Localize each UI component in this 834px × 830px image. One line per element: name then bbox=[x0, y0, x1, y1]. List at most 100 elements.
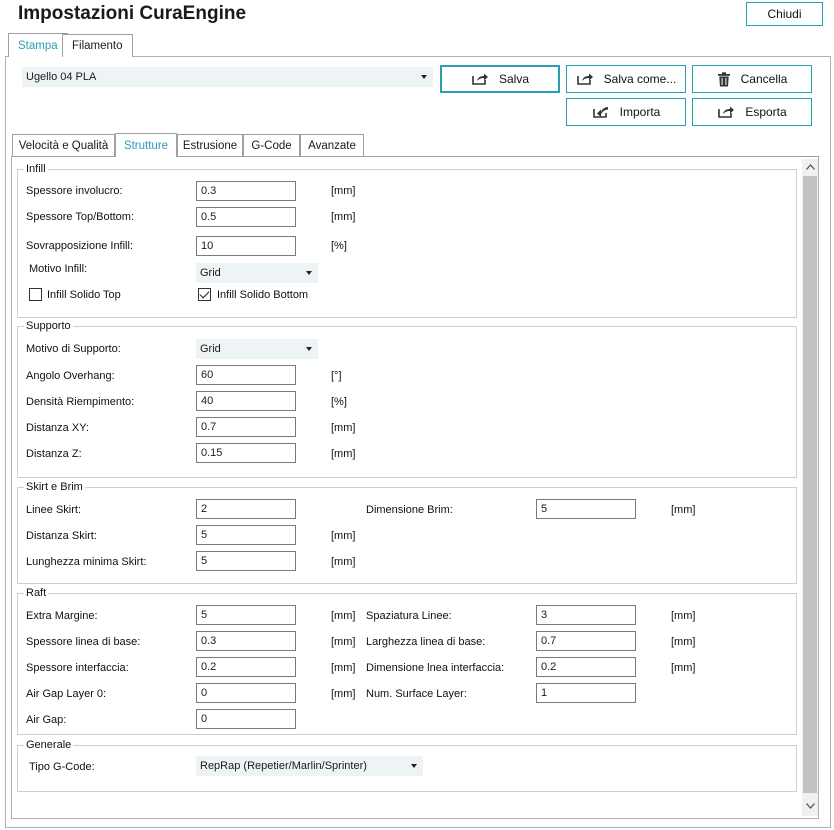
shell-thickness-input[interactable]: 0.3 bbox=[196, 181, 296, 201]
gcode-type-select[interactable]: RepRap (Repetier/Marlin/Sprinter) bbox=[196, 756, 423, 776]
scrollbar-thumb[interactable] bbox=[803, 176, 817, 793]
interface-line-size-label: Dimensione lnea interfaccia: bbox=[366, 662, 505, 674]
air-gap-layer0-unit: [mm] bbox=[331, 688, 356, 700]
tab-filamento[interactable]: Filamento bbox=[62, 34, 133, 57]
import-label: Importa bbox=[619, 105, 661, 119]
overhang-angle-input[interactable]: 60 bbox=[196, 365, 296, 385]
support-pattern-value: Grid bbox=[200, 343, 221, 355]
xy-distance-unit: [mm] bbox=[331, 422, 356, 434]
air-gap-layer0-input[interactable]: 0 bbox=[196, 683, 296, 703]
skirt-distance-label: Distanza Skirt: bbox=[26, 530, 97, 542]
base-line-width-label: Larghezza linea di base: bbox=[366, 636, 486, 648]
skirt-brim-group bbox=[17, 487, 797, 584]
chevron-down-icon bbox=[306, 347, 312, 351]
infill-group bbox=[17, 169, 797, 318]
delete-button[interactable]: Cancella bbox=[692, 65, 812, 93]
skirt-min-length-input[interactable]: 5 bbox=[196, 551, 296, 571]
tab-avanzate[interactable]: Avanzate bbox=[300, 134, 364, 156]
top-bottom-thickness-unit: [mm] bbox=[331, 211, 356, 223]
top-bottom-thickness-input[interactable]: 0.5 bbox=[196, 207, 296, 227]
infill-overlap-label: Sovrapposizione Infill: bbox=[26, 240, 134, 252]
tab-strutture[interactable]: Strutture bbox=[115, 133, 177, 157]
chevron-down-icon bbox=[306, 271, 312, 275]
shell-thickness-label: Spessore involucro: bbox=[26, 185, 123, 197]
import-button[interactable]: Importa bbox=[566, 98, 686, 126]
infill-group-title: Infill bbox=[24, 163, 48, 175]
solid-top-checkbox[interactable] bbox=[29, 288, 42, 301]
raft-line-spacing-input[interactable]: 3 bbox=[536, 605, 636, 625]
z-distance-unit: [mm] bbox=[331, 448, 356, 460]
brim-size-input[interactable]: 5 bbox=[536, 499, 636, 519]
interface-line-size-unit: [mm] bbox=[671, 662, 696, 674]
air-gap-label: Air Gap: bbox=[26, 714, 67, 726]
infill-pattern-select[interactable]: Grid bbox=[196, 263, 318, 283]
window-title: Impostazioni CuraEngine bbox=[18, 3, 247, 24]
infill-pattern-label: Motivo Infill: bbox=[29, 263, 88, 275]
export-label: Esporta bbox=[745, 105, 787, 119]
solid-bottom-checkbox[interactable] bbox=[198, 288, 211, 301]
shell-thickness-unit: [mm] bbox=[331, 185, 356, 197]
interface-thickness-label: Spessore interfaccia: bbox=[26, 662, 129, 674]
tab-stampa[interactable]: Stampa bbox=[8, 33, 68, 57]
trash-icon bbox=[717, 71, 730, 86]
support-group-title: Supporto bbox=[24, 320, 73, 332]
raft-line-spacing-unit: [mm] bbox=[671, 610, 696, 622]
skirt-lines-label: Linee Skirt: bbox=[26, 504, 82, 516]
export-button[interactable]: Esporta bbox=[692, 98, 812, 126]
tab-velocita-qualita[interactable]: Velocità e Qualità bbox=[12, 134, 115, 156]
interface-line-size-input[interactable]: 0.2 bbox=[536, 657, 636, 677]
tab-estrusione[interactable]: Estrusione bbox=[177, 134, 243, 156]
fill-density-unit: [%] bbox=[331, 396, 347, 408]
import-icon bbox=[592, 107, 608, 118]
fill-density-label: Densità Riempimento: bbox=[26, 396, 135, 408]
infill-overlap-input[interactable]: 10 bbox=[196, 236, 296, 256]
surface-layers-input[interactable]: 1 bbox=[536, 683, 636, 703]
brim-size-label: Dimensione Brim: bbox=[366, 504, 453, 516]
raft-margin-label: Extra Margine: bbox=[26, 610, 98, 622]
base-line-thickness-input[interactable]: 0.3 bbox=[196, 631, 296, 651]
skirt-lines-input[interactable]: 2 bbox=[196, 499, 296, 519]
top-bottom-thickness-label: Spessore Top/Bottom: bbox=[26, 211, 135, 223]
interface-thickness-input[interactable]: 0.2 bbox=[196, 657, 296, 677]
general-group-title: Generale bbox=[24, 739, 74, 751]
scroll-down-icon[interactable] bbox=[805, 801, 815, 811]
overhang-angle-unit: [°] bbox=[331, 370, 342, 382]
save-label: Salva bbox=[498, 72, 530, 86]
save-as-button[interactable]: Salva come... bbox=[566, 65, 686, 93]
gcode-type-label: Tipo G-Code: bbox=[29, 761, 95, 773]
fill-density-input[interactable]: 40 bbox=[196, 391, 296, 411]
solid-bottom-label: Infill Solido Bottom bbox=[217, 289, 309, 301]
base-line-thickness-unit: [mm] bbox=[331, 636, 356, 648]
infill-overlap-unit: [%] bbox=[331, 240, 347, 252]
base-line-width-input[interactable]: 0.7 bbox=[536, 631, 636, 651]
base-line-thickness-label: Spessore linea di base: bbox=[26, 636, 141, 648]
delete-label: Cancella bbox=[740, 72, 788, 86]
support-pattern-label: Motivo di Supporto: bbox=[26, 343, 121, 355]
raft-margin-unit: [mm] bbox=[331, 610, 356, 622]
share-icon bbox=[472, 73, 488, 85]
skirt-distance-input[interactable]: 5 bbox=[196, 525, 296, 545]
xy-distance-input[interactable]: 0.7 bbox=[196, 417, 296, 437]
raft-margin-input[interactable]: 5 bbox=[196, 605, 296, 625]
z-distance-label: Distanza Z: bbox=[26, 448, 82, 460]
brim-size-unit: [mm] bbox=[671, 504, 696, 516]
share-icon bbox=[576, 73, 593, 85]
save-button[interactable]: Salva bbox=[440, 65, 560, 93]
air-gap-input[interactable]: 0 bbox=[196, 709, 296, 729]
save-as-label: Salva come... bbox=[603, 72, 677, 86]
tab-gcode[interactable]: G-Code bbox=[243, 134, 300, 156]
infill-pattern-value: Grid bbox=[200, 267, 221, 279]
profile-select[interactable]: Ugello 04 PLA bbox=[22, 67, 433, 87]
close-button[interactable]: Chiudi bbox=[746, 2, 823, 26]
skirt-distance-unit: [mm] bbox=[331, 530, 356, 542]
interface-thickness-unit: [mm] bbox=[331, 662, 356, 674]
surface-layers-label: Num. Surface Layer: bbox=[366, 688, 467, 700]
raft-group-title: Raft bbox=[24, 587, 49, 599]
support-pattern-select[interactable]: Grid bbox=[196, 339, 318, 359]
skirt-brim-group-title: Skirt e Brim bbox=[24, 481, 85, 493]
scroll-up-icon[interactable] bbox=[805, 162, 815, 172]
z-distance-input[interactable]: 0.15 bbox=[196, 443, 296, 463]
xy-distance-label: Distanza XY: bbox=[26, 422, 89, 434]
raft-line-spacing-label: Spaziatura Linee: bbox=[366, 610, 452, 622]
chevron-down-icon bbox=[421, 75, 427, 79]
